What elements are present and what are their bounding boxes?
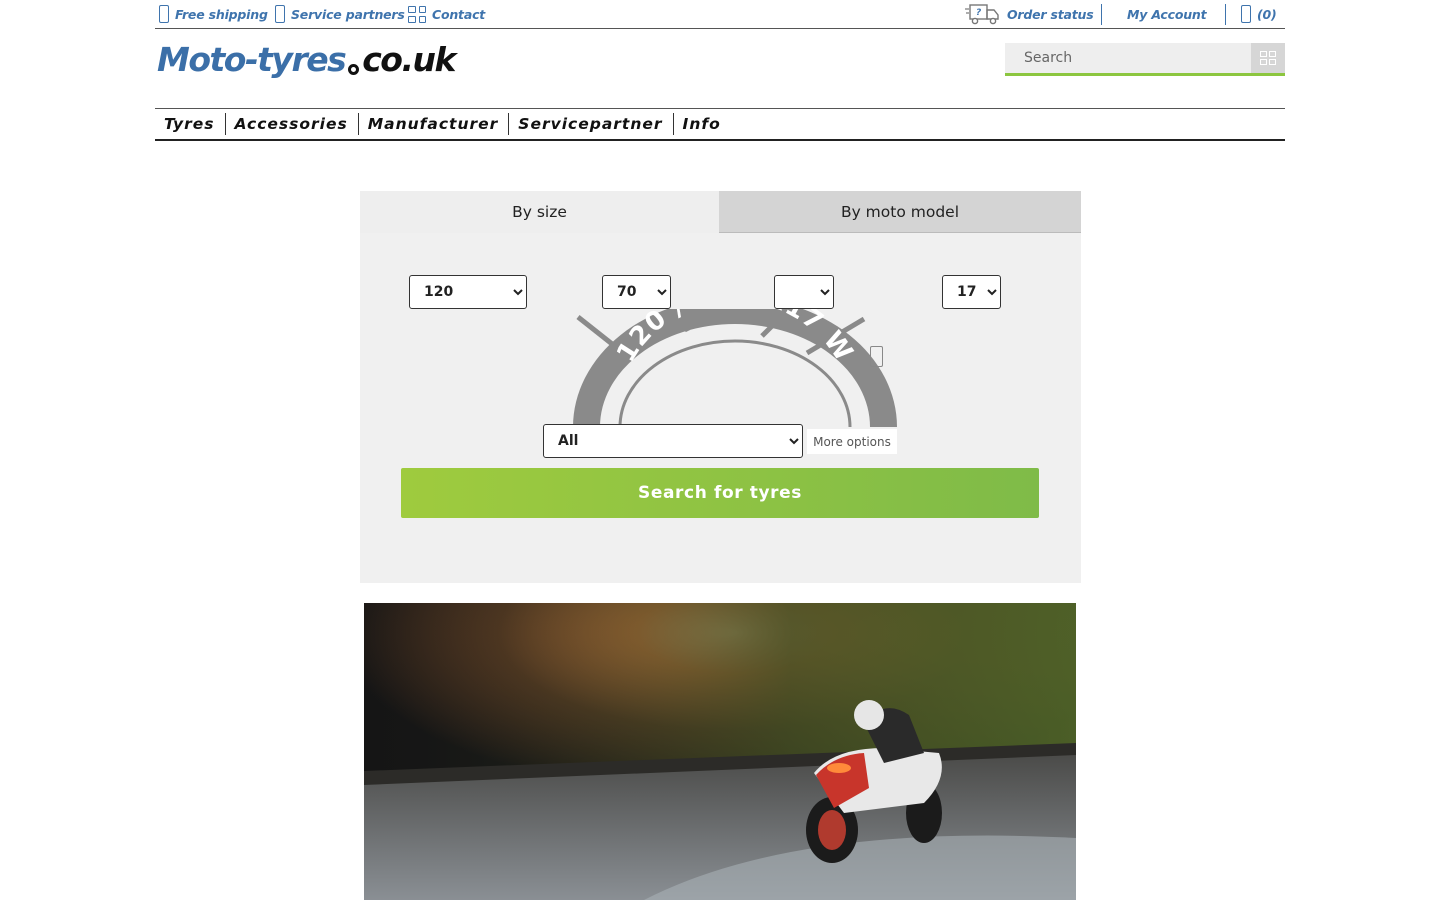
logo-dot	[348, 64, 360, 75]
camera-icon[interactable]	[870, 346, 883, 367]
order-status-label: Order status	[1007, 6, 1094, 22]
tab-by-size[interactable]: By size	[360, 191, 719, 233]
search-tyres-button[interactable]: Search for tyres	[401, 468, 1039, 518]
search-icon	[1260, 51, 1276, 65]
truck-icon	[159, 5, 169, 23]
my-account-link[interactable]: My Account	[1127, 0, 1207, 28]
tyre-construction-select[interactable]	[774, 275, 834, 309]
cart-link[interactable]: (0)	[1241, 0, 1277, 28]
free-shipping-label: Free shipping	[175, 6, 268, 22]
contact-link[interactable]: Contact	[408, 0, 485, 28]
site-logo[interactable]: Moto-tyres co.uk	[157, 40, 456, 84]
tyre-finder: By size By moto model 120 70 17 120 / 70…	[360, 191, 1081, 583]
cart-icon	[1241, 5, 1251, 23]
tyre-rim-select[interactable]: 17	[942, 275, 1001, 309]
nav-item-tyres[interactable]: Tyres	[155, 113, 226, 135]
logo-text-primary: Moto-tyres	[157, 40, 347, 79]
cart-count: (0)	[1257, 6, 1277, 22]
search-input[interactable]	[1005, 44, 1250, 72]
top-bar: Free shipping Service partners Contact ?…	[155, 0, 1285, 29]
tyre-ratio-select[interactable]: 70	[602, 275, 671, 309]
tyre-options-select[interactable]: All	[543, 424, 803, 458]
order-status-link[interactable]: ? Order status	[965, 0, 1094, 28]
nav-item-info[interactable]: Info	[674, 113, 731, 135]
contact-label: Contact	[432, 6, 486, 22]
my-account-label: My Account	[1127, 6, 1207, 22]
nav-item-accessories[interactable]: Accessories	[226, 113, 359, 135]
motorbike-photo	[364, 603, 1076, 900]
hero-image	[364, 603, 1076, 900]
tyre-width-select[interactable]: 120	[409, 275, 527, 309]
free-shipping-link[interactable]: Free shipping	[159, 0, 268, 28]
more-options-button[interactable]: More options	[807, 429, 897, 454]
tab-by-moto-model[interactable]: By moto model	[719, 191, 1081, 233]
delivery-truck-icon: ?	[965, 4, 999, 25]
logo-text-secondary: co.uk	[362, 40, 456, 79]
main-nav: Tyres Accessories Manufacturer Servicepa…	[155, 108, 1285, 141]
svg-text:?: ?	[976, 8, 981, 18]
divider	[1101, 4, 1102, 25]
wrench-icon	[275, 5, 285, 23]
divider	[1225, 4, 1226, 25]
nav-item-manufacturer[interactable]: Manufacturer	[359, 113, 510, 135]
tyre-rim	[618, 339, 852, 427]
search-box	[1005, 43, 1285, 76]
tyre-size-illustration: 120 / 70 ZR17 W	[573, 309, 897, 427]
service-partners-label: Service partners	[291, 6, 405, 22]
search-button[interactable]	[1251, 43, 1285, 73]
grid-icon	[408, 5, 426, 23]
service-partners-link[interactable]: Service partners	[275, 0, 405, 28]
nav-item-servicepartner[interactable]: Servicepartner	[509, 113, 674, 135]
